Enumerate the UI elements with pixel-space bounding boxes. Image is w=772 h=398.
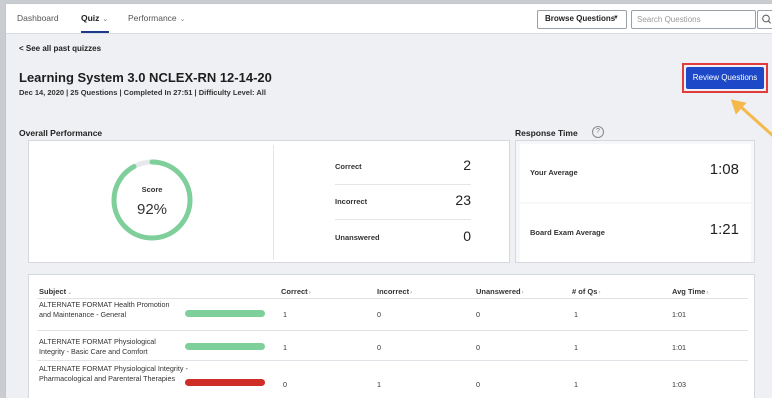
num-qs-cell: 1 [574,343,578,352]
incorrect-cell: 0 [377,343,381,352]
sort-icon: › [410,290,413,296]
unanswered-label: Unanswered [335,233,380,242]
board-average-label: Board Exam Average [530,228,605,237]
correct-label: Correct [335,162,362,171]
subject-cell: ALTERNATE FORMAT Physiological Integrity… [39,337,156,356]
column-header-avg-time[interactable]: Avg Time› [672,287,708,296]
correct-value: 2 [463,157,471,173]
stat-divider [335,219,471,220]
num-qs-cell: 1 [574,380,578,389]
review-questions-button[interactable]: Review Questions [686,67,764,89]
incorrect-cell: 0 [377,310,381,319]
overall-performance-card: Score 92% Correct 2 Incorrect 23 Unanswe… [28,140,510,263]
nav-active-indicator [81,31,109,33]
caret-down-icon: ▼ [613,15,619,21]
score-label: Score [141,185,163,194]
incorrect-cell: 1 [377,380,381,389]
sort-icon: › [521,290,524,296]
column-header-subject[interactable]: Subject⌄ [39,287,72,296]
correct-cell: 1 [283,310,287,319]
nav-quiz-label: Quiz [81,13,100,23]
nav-performance[interactable]: Performance ⌄ [128,13,186,23]
sort-icon: › [598,290,601,296]
your-average-label: Your Average [530,168,578,177]
unanswered-cell: 0 [476,380,480,389]
status-bar [185,379,265,386]
unanswered-cell: 0 [476,310,480,319]
num-qs-cell: 1 [574,310,578,319]
browse-questions-dropdown[interactable]: Browse Questions ▼ [537,10,627,29]
board-average-value: 1:21 [709,221,739,238]
score-gauge [111,159,193,241]
column-header-unanswered[interactable]: Unanswered› [476,287,524,296]
avg-time-cell: 1:01 [672,343,686,352]
app-frame: Dashboard Quiz ⌄ Performance ⌄ Browse Ques… [5,3,772,398]
unanswered-cell: 0 [476,343,480,352]
row-divider [37,360,748,361]
see-all-past-quizzes-link[interactable]: < See all past quizzes [19,44,101,53]
browse-questions-label: Browse Questions [545,14,616,23]
subject-header-label: Subject [39,287,67,296]
review-highlight-box: Review Questions [682,63,768,93]
sort-icon: › [308,290,311,296]
column-header-correct[interactable]: Correct› [281,287,311,296]
row-divider [37,330,748,331]
avg-time-cell: 1:01 [672,310,686,319]
chevron-down-icon: ⌄ [102,16,109,23]
subject-cell: ALTERNATE FORMAT Health Promotion and Ma… [39,300,170,319]
top-nav: Dashboard Quiz ⌄ Performance ⌄ Browse Ques… [6,4,772,34]
score-value: 92% [136,201,168,218]
unanswered-stat: Unanswered 0 [335,221,471,255]
status-bar [185,343,265,350]
chevron-down-icon: ⌄ [179,16,186,23]
correct-cell: 1 [283,343,287,352]
response-time-heading: Response Time [515,128,578,138]
nav-quiz[interactable]: Quiz ⌄ [81,13,108,23]
correct-cell: 0 [283,380,287,389]
row-divider [37,298,748,299]
avg-time-header-label: Avg Time [672,287,706,296]
sort-down-icon: ⌄ [67,290,73,296]
your-average-value: 1:08 [709,161,739,178]
column-header-num-qs[interactable]: # of Qs› [572,287,600,296]
nav-performance-label: Performance [128,13,177,23]
overall-performance-heading: Overall Performance [19,128,103,138]
search-button[interactable] [757,10,772,29]
card-divider [273,145,274,260]
sort-icon: › [706,290,709,296]
subject-cell: ALTERNATE FORMAT Physiological Integrity… [39,364,188,383]
search-input[interactable]: Search Questions [631,10,756,29]
nav-dashboard[interactable]: Dashboard [17,13,59,23]
unanswered-header-label: Unanswered [476,287,521,296]
your-average-panel: Your Average 1:08 [520,144,751,202]
help-icon[interactable]: ? [592,126,604,138]
subject-table: Subject⌄ Correct› Incorrect› Unanswered›… [28,274,755,398]
board-average-panel: Board Exam Average 1:21 [520,204,751,262]
column-header-incorrect[interactable]: Incorrect› [377,287,412,296]
incorrect-value: 23 [455,192,471,208]
search-icon [762,14,772,24]
correct-header-label: Correct [281,287,308,296]
num-qs-header-label: # of Qs [572,287,598,296]
exam-title: Learning System 3.0 NCLEX-RN 12-14-20 [19,70,272,85]
exam-meta: Dec 14, 2020 | 25 Questions | Completed … [19,88,266,97]
response-time-card: Your Average 1:08 Board Exam Average 1:2… [515,140,755,263]
avg-time-cell: 1:03 [672,380,686,389]
correct-stat: Correct 2 [335,150,471,184]
incorrect-label: Incorrect [335,197,368,206]
unanswered-value: 0 [463,228,471,244]
incorrect-header-label: Incorrect [377,287,410,296]
incorrect-stat: Incorrect 23 [335,185,471,219]
gauge-progress [111,159,193,241]
status-bar [185,310,265,317]
